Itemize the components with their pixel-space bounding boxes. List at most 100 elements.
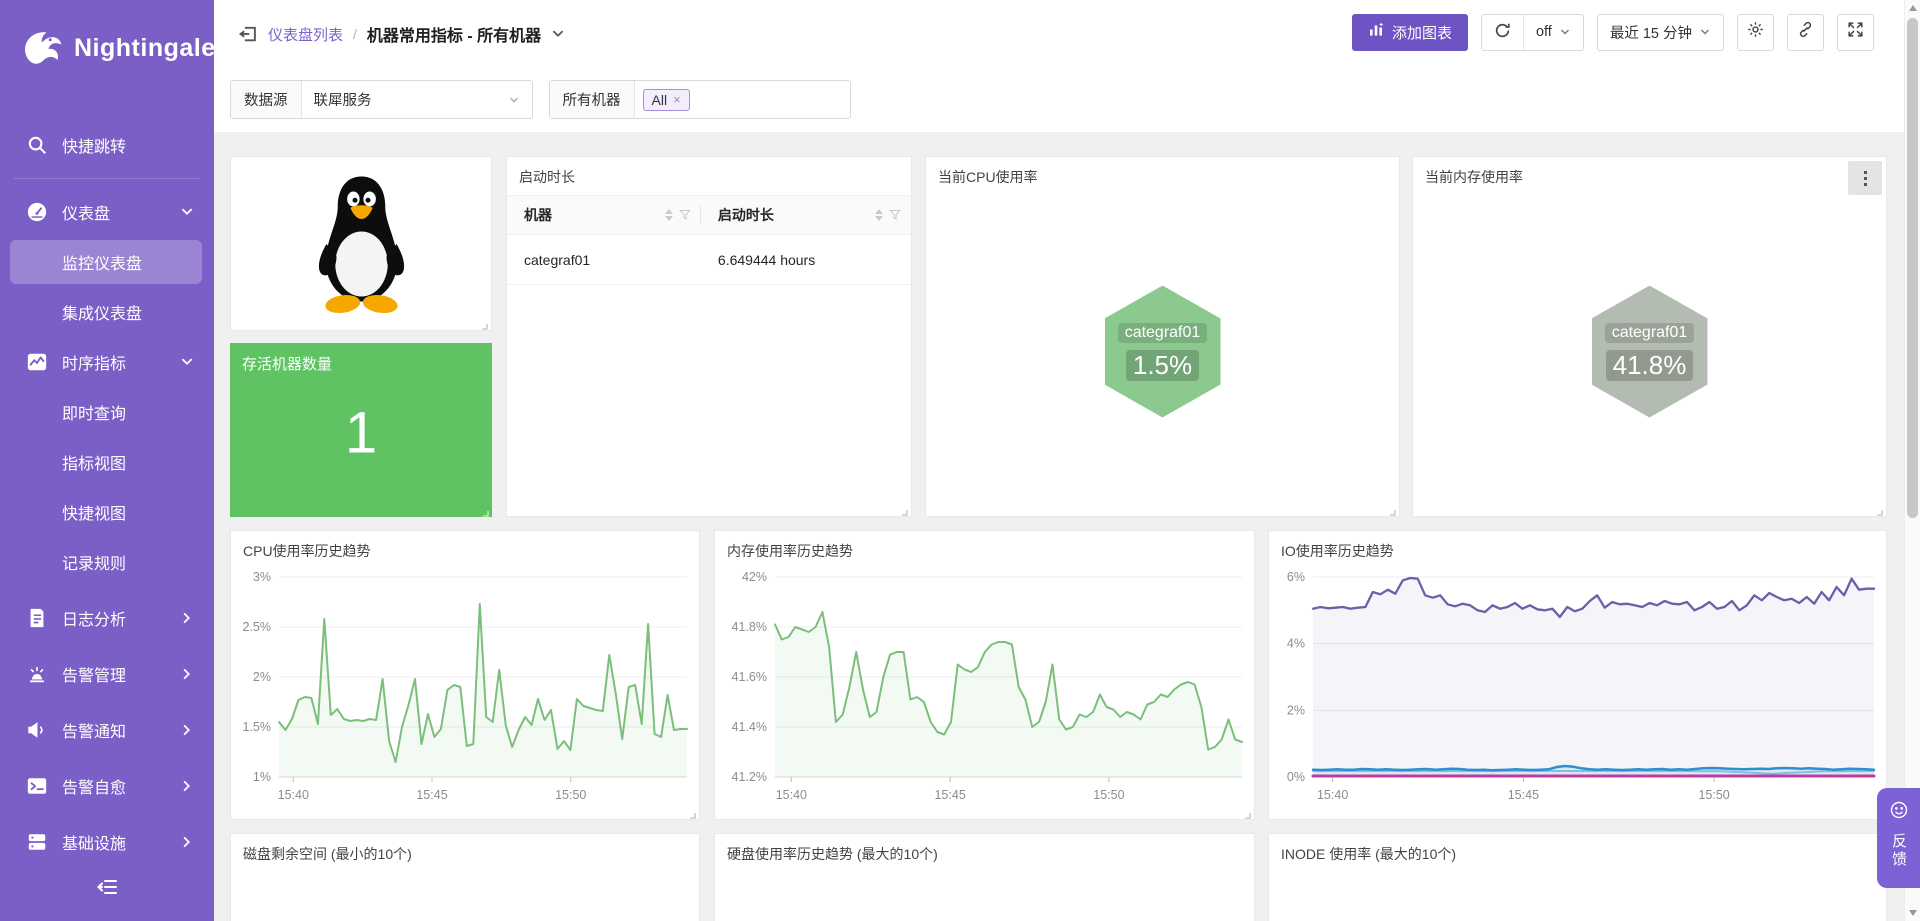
- time-range-dropdown[interactable]: 最近 15 分钟: [1598, 15, 1723, 50]
- scrollbar-thumb[interactable]: [1907, 18, 1918, 518]
- refresh-interval-value: off: [1536, 24, 1552, 40]
- sidebar-item-10[interactable]: 告警管理: [0, 649, 214, 699]
- sort-icon[interactable]: [665, 209, 673, 221]
- dashboard-icon: [26, 201, 48, 223]
- sidebar-item-label: 快捷视图: [62, 500, 126, 524]
- sort-icon[interactable]: [875, 209, 883, 221]
- resize-handle-icon[interactable]: [898, 503, 908, 513]
- filter-funnel-icon[interactable]: [679, 209, 691, 221]
- panel-current-cpu[interactable]: 当前CPU使用率 categraf01 1.5%: [925, 156, 1400, 517]
- add-chart-button[interactable]: 添加图表: [1352, 14, 1468, 51]
- feedback-tab[interactable]: 反馈: [1877, 788, 1920, 888]
- svg-text:15:50: 15:50: [1698, 788, 1729, 802]
- panel-title: IO使用率历史趋势: [1269, 531, 1886, 561]
- tag-close-icon[interactable]: ×: [673, 92, 681, 107]
- datasource-label: 数据源: [231, 81, 302, 118]
- app-logo[interactable]: Nightingale: [20, 26, 216, 70]
- svg-text:1%: 1%: [253, 770, 271, 784]
- sidebar-item-0[interactable]: 快捷跳转: [0, 120, 214, 170]
- refresh-interval-dropdown[interactable]: off: [1523, 15, 1583, 50]
- search-icon: [26, 134, 48, 156]
- resize-handle-icon[interactable]: [1241, 806, 1251, 816]
- panel-tux-image[interactable]: [230, 156, 492, 331]
- panel-title: 当前内存使用率: [1413, 157, 1886, 187]
- share-link-button[interactable]: [1787, 14, 1824, 51]
- cpu-history-chart[interactable]: 1%1.5%2%2.5%3%15:4015:4515:50: [235, 563, 695, 815]
- panel-disk-free[interactable]: 磁盘剩余空间 (最小的10个): [230, 833, 700, 921]
- filter-funnel-icon[interactable]: [889, 209, 901, 221]
- sidebar-item-5[interactable]: 即时查询: [0, 387, 214, 437]
- hexagon-wrap: categraf01 1.5%: [926, 187, 1399, 516]
- panel-title: 当前CPU使用率: [926, 157, 1399, 187]
- chevron-down-icon: [1559, 26, 1571, 38]
- sidebar-item-6[interactable]: 指标视图: [0, 437, 214, 487]
- sidebar-item-11[interactable]: 告警通知: [0, 705, 214, 755]
- chevron-right-icon: [180, 779, 194, 793]
- panel-disk-usage-history[interactable]: 硬盘使用率历史趋势 (最大的10个): [714, 833, 1255, 921]
- panel-cpu-history[interactable]: CPU使用率历史趋势 1%1.5%2%2.5%3%15:4015:4515:50: [230, 530, 700, 820]
- panel-inode-usage[interactable]: INODE 使用率 (最大的10个): [1268, 833, 1887, 921]
- panel-title: 硬盘使用率历史趋势 (最大的10个): [715, 834, 1254, 864]
- datasource-select[interactable]: 联犀服务: [302, 81, 532, 118]
- sidebar-item-label: 基础设施: [62, 830, 126, 854]
- panel-uptime[interactable]: 启动时长 机器 启动时长: [506, 156, 912, 517]
- sidebar-item-label: 告警自愈: [62, 774, 126, 798]
- svg-text:6%: 6%: [1287, 570, 1305, 584]
- panel-title: 磁盘剩余空间 (最小的10个): [231, 834, 699, 864]
- time-range-group: 最近 15 分钟: [1597, 14, 1724, 51]
- page-scrollbar[interactable]: [1904, 0, 1920, 921]
- sidebar-item-4[interactable]: 时序指标: [0, 337, 214, 387]
- sidebar-item-label: 告警管理: [62, 662, 126, 686]
- io-history-chart[interactable]: 0%2%4%6%15:4015:4515:50: [1273, 563, 1882, 815]
- panel-title: INODE 使用率 (最大的10个): [1269, 834, 1886, 864]
- resize-handle-icon[interactable]: [1873, 503, 1883, 513]
- sidebar-collapse-button[interactable]: [0, 869, 214, 909]
- column-header-uptime[interactable]: 启动时长: [701, 196, 911, 234]
- sidebar-item-1[interactable]: 仪表盘: [0, 187, 214, 237]
- scroll-up-icon[interactable]: [1909, 5, 1917, 11]
- sidebar-item-12[interactable]: 告警自愈: [0, 761, 214, 811]
- machines-tag-all: All ×: [643, 89, 690, 111]
- cpu-hexagon[interactable]: categraf01 1.5%: [1105, 286, 1221, 418]
- refresh-button[interactable]: [1482, 15, 1523, 50]
- title-chevron-down-icon[interactable]: [551, 27, 565, 41]
- resize-handle-icon[interactable]: [1386, 503, 1396, 513]
- sidebar-item-8[interactable]: 记录规则: [0, 537, 214, 587]
- header-actions: 添加图表 off 最近 15 分钟: [1352, 13, 1874, 51]
- machines-select-input[interactable]: All ×: [635, 81, 850, 118]
- page-title: 机器常用指标 - 所有机器: [367, 22, 541, 46]
- column-header-machine[interactable]: 机器: [507, 196, 701, 234]
- machines-label: 所有机器: [550, 81, 635, 118]
- panel-alive-machines[interactable]: 存活机器数量 1: [230, 343, 492, 517]
- svg-text:15:45: 15:45: [934, 788, 965, 802]
- panel-current-memory[interactable]: 当前内存使用率 categraf01 41.8%: [1412, 156, 1887, 517]
- scroll-down-icon[interactable]: [1909, 910, 1917, 916]
- sidebar-item-label: 日志分析: [62, 606, 126, 630]
- memory-value: 41.8%: [1606, 350, 1694, 381]
- panel-memory-history[interactable]: 内存使用率历史趋势 41.2%41.4%41.6%41.8%42%15:4015…: [714, 530, 1255, 820]
- sidebar-item-2[interactable]: 监控仪表盘: [0, 237, 214, 287]
- sidebar-item-3[interactable]: 集成仪表盘: [0, 287, 214, 337]
- resize-handle-icon[interactable]: [478, 317, 488, 327]
- link-icon: [1796, 20, 1815, 44]
- panel-title: 内存使用率历史趋势: [715, 531, 1254, 561]
- memory-hexagon[interactable]: categraf01 41.8%: [1592, 286, 1708, 418]
- panel-io-history[interactable]: IO使用率历史趋势 0%2%4%6%15:4015:4515:50: [1268, 530, 1887, 820]
- settings-button[interactable]: [1737, 14, 1774, 51]
- log-icon: [26, 607, 48, 629]
- back-icon[interactable]: [238, 24, 258, 44]
- cell-uptime: 6.649444 hours: [701, 235, 911, 284]
- svg-text:2.5%: 2.5%: [243, 620, 272, 634]
- fullscreen-button[interactable]: [1837, 14, 1874, 51]
- panel-title: CPU使用率历史趋势: [231, 531, 699, 561]
- table-row[interactable]: categraf016.649444 hours: [507, 235, 911, 285]
- memory-history-chart[interactable]: 41.2%41.4%41.6%41.8%42%15:4015:4515:50: [719, 563, 1250, 815]
- tag-label: All: [652, 92, 668, 108]
- resize-handle-icon[interactable]: [479, 504, 489, 514]
- breadcrumb-dashboards-link[interactable]: 仪表盘列表: [268, 24, 343, 45]
- svg-text:2%: 2%: [253, 670, 271, 684]
- resize-handle-icon[interactable]: [686, 806, 696, 816]
- sidebar-item-13[interactable]: 基础设施: [0, 817, 214, 867]
- sidebar-item-9[interactable]: 日志分析: [0, 593, 214, 643]
- sidebar-item-7[interactable]: 快捷视图: [0, 487, 214, 537]
